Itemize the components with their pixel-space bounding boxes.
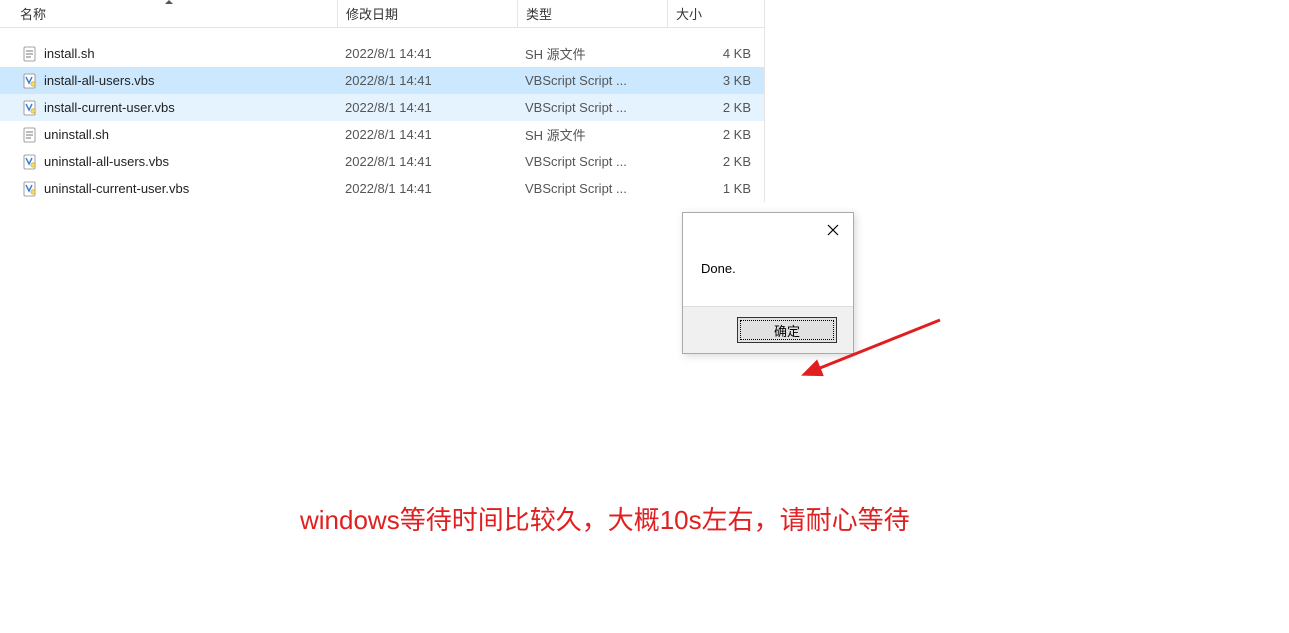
file-size: 1 KB bbox=[667, 181, 763, 196]
file-explorer: 名称 修改日期 类型 大小 install.sh2022/8/1 14:41SH… bbox=[0, 0, 765, 202]
file-name: uninstall-all-users.vbs bbox=[44, 154, 169, 169]
column-header-size[interactable]: 大小 bbox=[667, 0, 763, 27]
file-type: VBScript Script ... bbox=[517, 181, 667, 196]
file-list: install.sh2022/8/1 14:41SH 源文件4 KBinstal… bbox=[0, 28, 764, 202]
file-date: 2022/8/1 14:41 bbox=[337, 46, 517, 61]
file-date: 2022/8/1 14:41 bbox=[337, 127, 517, 142]
file-size: 3 KB bbox=[667, 73, 763, 88]
file-type: VBScript Script ... bbox=[517, 100, 667, 115]
sort-ascending-icon bbox=[165, 0, 173, 4]
file-size: 2 KB bbox=[667, 154, 763, 169]
vbs-file-icon bbox=[22, 100, 38, 116]
file-size: 2 KB bbox=[667, 100, 763, 115]
sh-file-icon bbox=[22, 46, 38, 62]
column-label: 大小 bbox=[676, 4, 702, 23]
file-name: uninstall.sh bbox=[44, 127, 109, 142]
file-date: 2022/8/1 14:41 bbox=[337, 154, 517, 169]
column-label: 修改日期 bbox=[346, 4, 398, 23]
column-header-type[interactable]: 类型 bbox=[517, 0, 667, 27]
column-label: 类型 bbox=[526, 4, 552, 23]
sh-file-icon bbox=[22, 127, 38, 143]
file-size: 2 KB bbox=[667, 127, 763, 142]
dialog-titlebar[interactable] bbox=[683, 213, 853, 247]
vbs-file-icon bbox=[22, 73, 38, 89]
close-button[interactable] bbox=[813, 215, 853, 245]
ok-button[interactable]: 确定 bbox=[737, 317, 837, 343]
column-label: 名称 bbox=[20, 4, 46, 23]
file-row[interactable]: uninstall.sh 2022/8/1 14:41SH 源文件2 KB bbox=[0, 121, 764, 148]
close-icon bbox=[827, 224, 839, 236]
dialog-footer: 确定 bbox=[683, 306, 853, 353]
file-row[interactable]: install-all-users.vbs 2022/8/1 14:41VBScr… bbox=[0, 67, 764, 94]
file-name: install.sh bbox=[44, 46, 95, 61]
file-type: SH 源文件 bbox=[517, 125, 667, 144]
vbs-file-icon bbox=[22, 154, 38, 170]
column-header-name[interactable]: 名称 bbox=[0, 0, 337, 27]
columns-header: 名称 修改日期 类型 大小 bbox=[0, 0, 764, 28]
file-type: SH 源文件 bbox=[517, 44, 667, 63]
file-type: VBScript Script ... bbox=[517, 154, 667, 169]
file-type: VBScript Script ... bbox=[517, 73, 667, 88]
file-date: 2022/8/1 14:41 bbox=[337, 73, 517, 88]
vbs-file-icon bbox=[22, 181, 38, 197]
file-row[interactable]: install-current-user.vbs 2022/8/1 14:41VB… bbox=[0, 94, 764, 121]
annotation-text: windows等待时间比较久，大概10s左右，请耐心等待 bbox=[300, 500, 910, 537]
file-row[interactable]: install.sh 2022/8/1 14:41SH 源文件4 KB bbox=[0, 40, 764, 67]
dialog-message: Done. bbox=[683, 247, 853, 306]
file-date: 2022/8/1 14:41 bbox=[337, 181, 517, 196]
column-header-date[interactable]: 修改日期 bbox=[337, 0, 517, 27]
file-row[interactable]: uninstall-all-users.vbs 2022/8/1 14:41VBS… bbox=[0, 148, 764, 175]
file-name: install-all-users.vbs bbox=[44, 73, 155, 88]
file-row[interactable]: uninstall-current-user.vbs 2022/8/1 14:41… bbox=[0, 175, 764, 202]
file-name: install-current-user.vbs bbox=[44, 100, 175, 115]
file-date: 2022/8/1 14:41 bbox=[337, 100, 517, 115]
file-size: 4 KB bbox=[667, 46, 763, 61]
message-dialog: Done. 确定 bbox=[682, 212, 854, 354]
file-name: uninstall-current-user.vbs bbox=[44, 181, 189, 196]
